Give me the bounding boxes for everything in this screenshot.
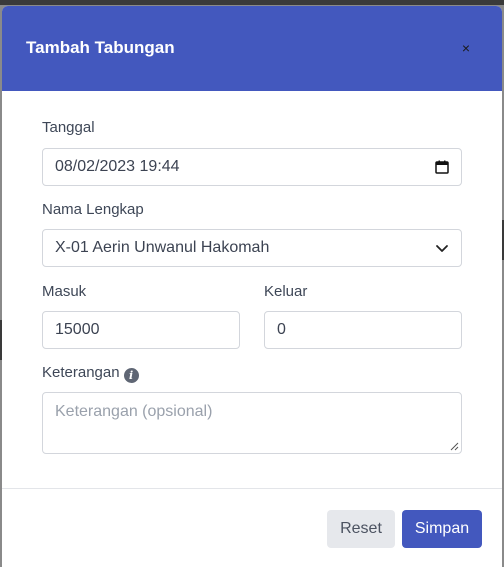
calendar-icon[interactable] (435, 160, 449, 174)
masuk-value: 15000 (55, 321, 100, 338)
modal-header: Tambah Tabungan × (2, 6, 502, 91)
tanggal-value: 08/02/2023 19:44 (55, 158, 180, 175)
masuk-input[interactable]: 15000 (42, 311, 240, 349)
keluar-value: 0 (277, 321, 286, 338)
tanggal-datetime-input[interactable]: 08/02/2023 19:44 (42, 148, 462, 186)
save-button[interactable]: Simpan (402, 510, 482, 548)
nama-lengkap-label: Nama Lengkap (42, 201, 144, 218)
close-button[interactable]: × (458, 40, 474, 56)
keterangan-textarea[interactable]: Keterangan (opsional) (42, 392, 462, 454)
keluar-label: Keluar (264, 283, 308, 300)
info-icon[interactable]: i (123, 368, 139, 383)
chevron-down-icon (436, 245, 448, 252)
keterangan-label: Keterangan (42, 364, 120, 381)
reset-button[interactable]: Reset (327, 510, 395, 548)
footer-divider (2, 488, 502, 489)
keterangan-label-row: Keterangan i (42, 364, 139, 383)
add-savings-modal: Tambah Tabungan × Tanggal 08/02/2023 19:… (2, 6, 502, 567)
keluar-input[interactable]: 0 (264, 311, 462, 349)
modal-title: Tambah Tabungan (26, 38, 175, 57)
backdrop-edge-top (0, 0, 504, 5)
masuk-label: Masuk (42, 283, 87, 300)
resize-grip-icon[interactable] (450, 442, 459, 451)
tanggal-label: Tanggal (42, 119, 95, 136)
nama-lengkap-select[interactable]: X-01 Aerin Unwanul Hakomah (42, 229, 462, 267)
keterangan-placeholder: Keterangan (opsional) (55, 403, 213, 420)
nama-lengkap-selected: X-01 Aerin Unwanul Hakomah (55, 239, 270, 256)
